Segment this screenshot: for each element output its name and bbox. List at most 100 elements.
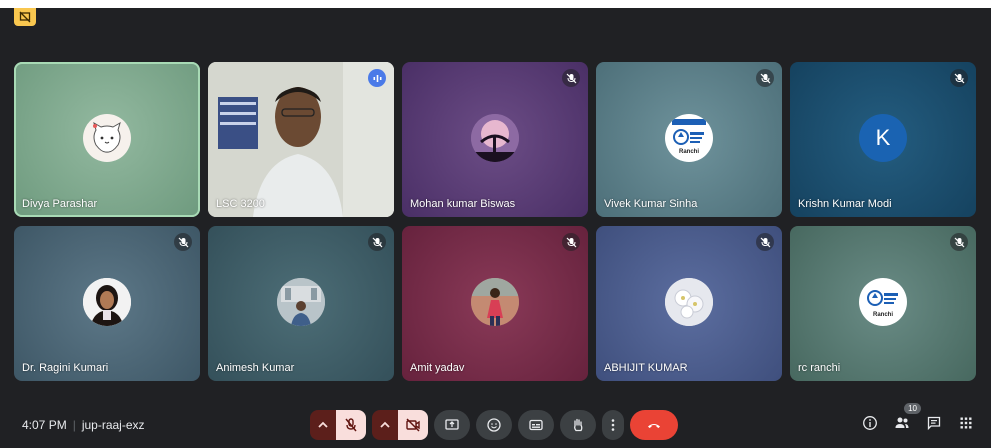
avatar	[277, 277, 325, 326]
participant-name: Krishn Kumar Modi	[798, 198, 892, 210]
participant-count-badge: 10	[904, 403, 921, 414]
meeting-controls-bar: 4:07 PM | jup-raaj-exz 10	[0, 403, 991, 448]
speaking-indicator	[368, 69, 386, 87]
leave-call-button[interactable]	[630, 410, 678, 440]
ignou-logo-icon	[672, 119, 706, 145]
raise-hand-button[interactable]	[560, 410, 596, 440]
mic-muted-indicator	[756, 69, 774, 87]
chevron-up-icon	[380, 421, 390, 428]
meeting-time: 4:07 PM	[22, 418, 67, 432]
participant-name: Divya Parashar	[22, 198, 98, 210]
divider: |	[72, 418, 76, 432]
camera-video-feed	[208, 62, 394, 217]
presentation-off-icon	[19, 11, 31, 23]
mic-off-icon	[760, 73, 770, 83]
mic-off-icon	[954, 237, 964, 247]
present-screen-button[interactable]	[434, 410, 470, 440]
audio-options-button[interactable]	[310, 410, 336, 440]
avatar	[471, 277, 519, 326]
mic-muted-indicator	[562, 233, 580, 251]
meeting-code: jup-raaj-exz	[81, 418, 145, 432]
mic-muted-indicator	[950, 233, 968, 251]
meeting-details-button[interactable]	[859, 412, 881, 434]
mic-off-icon	[954, 73, 964, 83]
chat-button[interactable]	[923, 412, 945, 434]
mic-off-icon	[178, 237, 188, 247]
captions-icon	[529, 419, 543, 431]
mic-off-icon	[566, 73, 576, 83]
participant-tile[interactable]: Amit yadav	[402, 226, 588, 381]
participant-tile[interactable]: Dr. Ragini Kumari	[14, 226, 200, 381]
video-options-button[interactable]	[372, 410, 398, 440]
participant-name: Mohan kumar Biswas	[410, 198, 516, 210]
participant-name: Animesh Kumar	[216, 362, 295, 374]
avatar	[83, 113, 131, 162]
participant-name: Amit yadav	[410, 362, 465, 374]
avatar: Ranchi	[665, 113, 713, 162]
mic-off-icon	[372, 237, 382, 247]
more-options-button[interactable]	[602, 410, 624, 440]
people-icon	[895, 417, 909, 428]
person-photo-icon	[83, 277, 131, 326]
participant-tile[interactable]: Mohan kumar Biswas	[402, 62, 588, 217]
participant-tile[interactable]: Ranchi Vivek Kumar Sinha	[596, 62, 782, 217]
mic-muted-indicator	[562, 69, 580, 87]
participant-tile[interactable]: Divya Parashar	[14, 62, 200, 217]
hand-icon	[574, 418, 583, 432]
participant-name: rc ranchi	[798, 362, 841, 374]
person-photo-icon	[277, 277, 325, 326]
mic-muted-indicator	[368, 233, 386, 251]
avatar: K	[859, 113, 907, 162]
mic-off-icon	[760, 237, 770, 247]
participant-tile[interactable]: Animesh Kumar	[208, 226, 394, 381]
participant-tile[interactable]: ABHIJIT KUMAR	[596, 226, 782, 381]
more-vert-icon	[611, 419, 615, 431]
avatar	[471, 113, 519, 162]
meeting-info: 4:07 PM | jup-raaj-exz	[22, 418, 145, 432]
microphone-control	[310, 410, 366, 440]
participant-name: Vivek Kumar Sinha	[604, 198, 698, 210]
avatar	[83, 277, 131, 326]
participant-name: ABHIJIT KUMAR	[604, 362, 688, 374]
avatar: Ranchi	[859, 277, 907, 326]
tree-moon-photo-icon	[471, 113, 519, 162]
emoji-icon	[487, 418, 501, 432]
captions-button[interactable]	[518, 410, 554, 440]
mic-muted-indicator	[756, 233, 774, 251]
camera-toggle-button[interactable]	[398, 410, 428, 440]
flowers-photo-icon	[665, 277, 713, 326]
audio-bars-icon	[373, 74, 381, 82]
end-call-icon	[648, 424, 660, 428]
call-controls	[310, 410, 678, 440]
mic-off-icon	[566, 237, 576, 247]
participant-name: LSC 3200	[216, 198, 265, 210]
presentation-badge[interactable]	[14, 8, 36, 26]
participant-tile[interactable]: K Krishn Kumar Modi	[790, 62, 976, 217]
avatar-caption: Ranchi	[872, 312, 893, 318]
mic-toggle-button[interactable]	[336, 410, 366, 440]
camera-off-icon	[406, 418, 420, 432]
mic-muted-indicator	[174, 233, 192, 251]
participant-name: Dr. Ragini Kumari	[22, 362, 109, 374]
person-photo-icon	[471, 277, 519, 326]
activities-button[interactable]	[955, 412, 977, 434]
meeting-side-controls: 10	[859, 403, 977, 434]
apps-grid-icon	[960, 417, 972, 429]
mic-muted-indicator	[950, 69, 968, 87]
participant-tile[interactable]: LSC 3200	[208, 62, 394, 217]
chevron-up-icon	[318, 421, 328, 428]
avatar-caption: Ranchi	[678, 149, 699, 155]
camera-control	[372, 410, 428, 440]
avatar	[665, 277, 713, 326]
reactions-button[interactable]	[476, 410, 512, 440]
mic-off-icon	[345, 418, 357, 432]
chat-icon	[927, 416, 941, 431]
ignou-logo-icon	[867, 290, 898, 306]
participant-tile[interactable]: Ranchi rc ranchi	[790, 226, 976, 381]
participant-grid: Divya Parashar LSC 3200 Mohan kumar Bisw…	[14, 62, 976, 381]
info-icon	[863, 416, 877, 430]
people-button[interactable]: 10	[891, 403, 921, 434]
meet-window: Divya Parashar LSC 3200 Mohan kumar Bisw…	[0, 8, 991, 448]
cat-cartoon-icon	[93, 121, 121, 153]
present-screen-icon	[445, 419, 459, 430]
